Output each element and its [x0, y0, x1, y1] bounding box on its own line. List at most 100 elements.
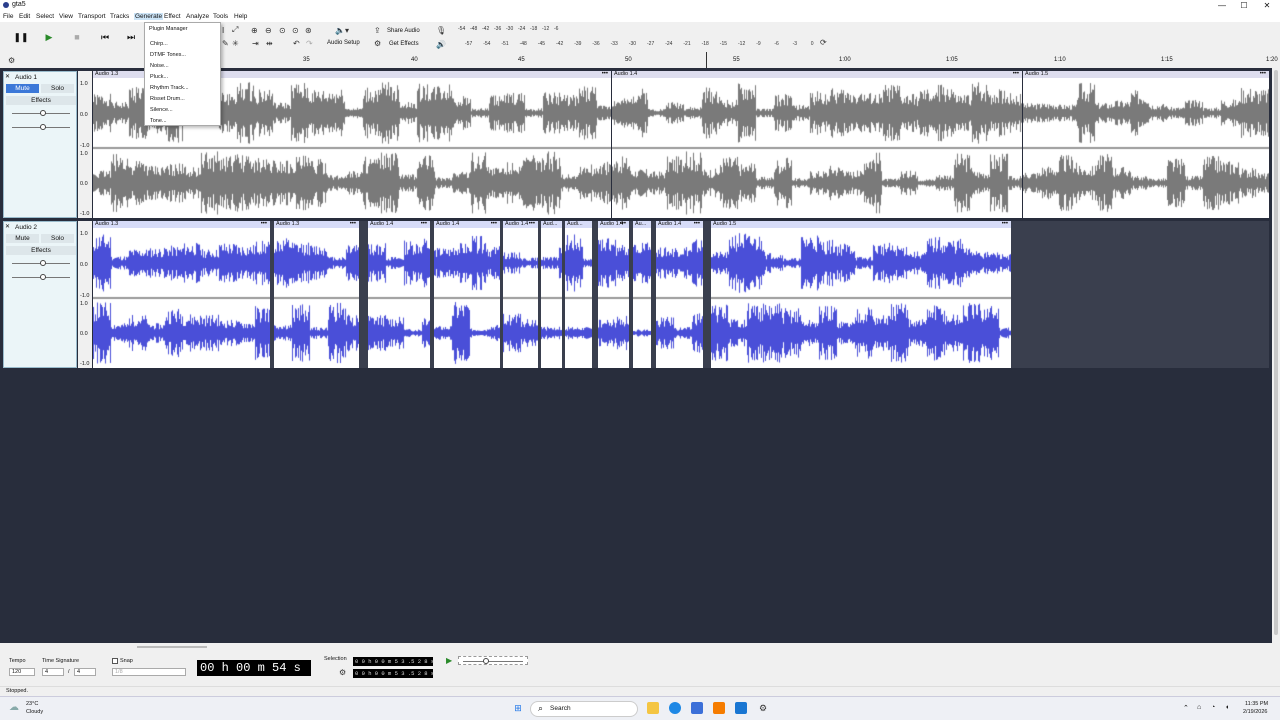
clip-title[interactable]: Au... — [633, 221, 651, 228]
selection-tool-icon[interactable]: I — [222, 26, 224, 35]
menu-item-pluck[interactable]: Pluck... — [150, 74, 168, 80]
weather-icon[interactable]: ☁ — [9, 702, 19, 713]
clip-title[interactable]: Audio 1.3 — [274, 221, 359, 228]
get-effects-button[interactable]: Get Effects — [389, 41, 419, 47]
stop-icon[interactable]: ■ — [68, 28, 86, 46]
menu-effect[interactable]: Effect — [164, 13, 181, 20]
gain-knob[interactable] — [40, 260, 46, 266]
trim-icon[interactable]: ⇥ — [252, 39, 259, 48]
clip-menu-icon[interactable]: ••• — [350, 221, 356, 227]
audio-clip[interactable]: Audio 1.4 ••• — [656, 221, 703, 368]
pan-slider[interactable] — [12, 124, 70, 130]
menu-item-rhythm-track[interactable]: Rhythm Track... — [150, 85, 189, 91]
zoom-out-icon[interactable]: ⊖ — [265, 26, 272, 35]
audio-clip[interactable]: Audio 1.5 ••• — [1023, 71, 1269, 218]
menu-tools[interactable]: Tools — [213, 13, 228, 20]
menu-item-chirp[interactable]: Chirp... — [150, 41, 168, 47]
clip-menu-icon[interactable]: ••• — [1260, 71, 1266, 77]
skip-start-icon[interactable]: ⏮ — [96, 28, 114, 46]
audio-clip[interactable]: Audio 1.4 ••• — [612, 71, 1022, 218]
audio-clip[interactable]: Audio 1.4 ••• — [434, 221, 500, 368]
effects-button[interactable]: Effects — [6, 96, 76, 105]
vertical-scale[interactable]: 1.0 0.0 -1.0 1.0 0.0 -1.0 — [78, 221, 92, 368]
audio-clip[interactable]: Audio 1.3 ••• — [93, 221, 270, 368]
menu-analyze[interactable]: Analyze — [186, 13, 209, 20]
audio-clip[interactable]: Aud... — [541, 221, 562, 368]
microphone-icon[interactable]: 🎙 — [436, 26, 446, 35]
close-track-icon[interactable]: ✕ — [5, 73, 10, 80]
snap-select[interactable]: 1/8 — [112, 668, 186, 676]
clip-menu-icon[interactable]: ••• — [1002, 221, 1008, 227]
clip-menu-icon[interactable]: ••• — [491, 221, 497, 227]
waveform[interactable] — [1023, 78, 1269, 218]
play-icon[interactable]: ▶ — [40, 28, 58, 46]
play-head[interactable] — [706, 52, 707, 68]
audio-clip[interactable]: Audio 1.4 ••• — [503, 221, 538, 368]
track-name[interactable]: Audio 1 — [15, 74, 37, 81]
fit-selection-icon[interactable]: ⊙ — [279, 26, 286, 35]
snap-checkbox[interactable] — [112, 658, 118, 664]
mute-button[interactable]: Mute — [6, 234, 39, 243]
volume-icon[interactable]: ◖ — [1225, 704, 1229, 711]
tempo-input[interactable]: 120 — [9, 668, 35, 676]
vertical-scrollbar[interactable] — [1272, 68, 1280, 643]
pan-knob[interactable] — [40, 124, 46, 130]
waveform[interactable] — [598, 228, 629, 368]
clip-title[interactable]: Audio 1.5 — [711, 221, 1011, 228]
waveform[interactable] — [612, 78, 1022, 218]
audio-clip[interactable]: Au... — [633, 221, 651, 368]
network-icon[interactable]: ⌂ — [1197, 704, 1201, 711]
waveform[interactable] — [503, 228, 538, 368]
clip-menu-icon[interactable]: ••• — [694, 221, 700, 227]
fit-project-icon[interactable]: ⊙ — [292, 26, 299, 35]
plugin-icon[interactable]: ⚙ — [374, 39, 381, 48]
close-window-button[interactable]: ✕ — [1257, 0, 1277, 11]
pause-icon[interactable]: ❚❚ — [12, 28, 30, 46]
store-icon[interactable] — [691, 702, 703, 714]
solo-button[interactable]: Solo — [41, 84, 74, 93]
close-track-icon[interactable]: ✕ — [5, 223, 10, 230]
clip-title[interactable]: Audi... — [565, 221, 592, 228]
audio-clip[interactable]: Audi... — [565, 221, 592, 368]
weather-desc[interactable]: Cloudy — [26, 709, 43, 715]
share-icon[interactable]: ⇪ — [374, 26, 381, 35]
menu-edit[interactable]: Edit — [19, 13, 30, 20]
clip-menu-icon[interactable]: ••• — [421, 221, 427, 227]
effects-button[interactable]: Effects — [6, 246, 76, 255]
menu-file[interactable]: File — [3, 13, 13, 20]
share-audio-button[interactable]: Share Audio — [387, 28, 420, 34]
playback-volume-icon[interactable]: 🔊 — [436, 40, 446, 49]
timeline-options-icon[interactable]: ⚙ — [8, 56, 15, 65]
scrollbar-thumb[interactable] — [1274, 70, 1278, 635]
clip-title[interactable]: Audio 1.3 — [93, 221, 270, 228]
waveform[interactable] — [93, 228, 270, 368]
menu-view[interactable]: View — [59, 13, 73, 20]
windows-start-icon[interactable]: ⊞ — [512, 702, 524, 714]
play-speed-slider[interactable] — [458, 656, 528, 665]
pan-knob[interactable] — [40, 274, 46, 280]
vertical-scale[interactable]: 1.0 0.0 -1.0 1.0 0.0 -1.0 — [78, 71, 92, 218]
selection-start-time[interactable]: 0 0 h 0 0 m 5 3 .5 2 8 s — [353, 657, 434, 666]
weather-temp[interactable]: 23°C — [26, 701, 38, 707]
waveform[interactable] — [565, 228, 592, 368]
waveform[interactable] — [274, 228, 359, 368]
undo-icon[interactable]: ↶ — [293, 39, 300, 48]
waveform[interactable] — [633, 228, 651, 368]
skip-end-icon[interactable]: ⏭ — [122, 28, 140, 46]
menu-item-dtmf-tones[interactable]: DTMF Tones... — [150, 52, 186, 58]
waveform[interactable] — [656, 228, 703, 368]
zoom-toggle-icon[interactable]: ⊛ — [305, 26, 312, 35]
solo-button[interactable]: Solo — [41, 234, 74, 243]
redo-icon[interactable]: ↷ — [306, 39, 313, 48]
menu-transport[interactable]: Transport — [78, 13, 106, 20]
play-at-speed-icon[interactable]: ▶ — [446, 656, 452, 665]
gain-slider[interactable] — [12, 260, 70, 266]
clip-menu-icon[interactable]: ••• — [620, 221, 626, 227]
speaker-icon[interactable]: 🔈▾ — [335, 26, 349, 35]
meter-options-icon[interactable]: ⟳ — [820, 38, 827, 47]
multi-tool-icon[interactable]: ✳ — [232, 39, 239, 48]
audio-clip[interactable]: Audio 1.4 ••• — [368, 221, 430, 368]
menu-generate[interactable]: Generate — [134, 13, 164, 20]
maximize-button[interactable]: ☐ — [1234, 0, 1254, 11]
clock-time[interactable]: 11:35 PM — [1245, 701, 1268, 707]
